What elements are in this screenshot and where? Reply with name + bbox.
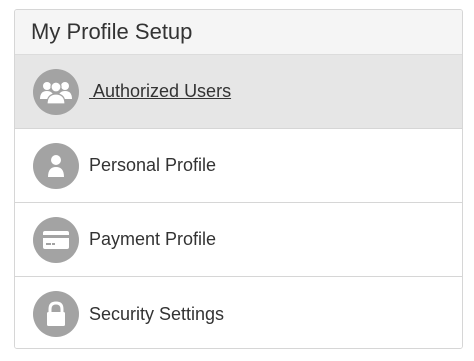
menu-item-authorized-users[interactable]: Authorized Users [15,55,462,129]
credit-card-icon [33,216,79,263]
panel-title: My Profile Setup [31,19,193,44]
menu-label-authorized-users: Authorized Users [89,81,232,101]
panel-header: My Profile Setup [15,10,462,55]
menu-label-payment-profile: Payment Profile [89,229,217,249]
lock-icon [33,291,79,337]
menu-item-payment-profile[interactable]: Payment Profile [15,203,462,277]
menu-label-security-settings: Security Settings [89,303,225,324]
person-icon [33,142,79,189]
menu-item-personal-profile[interactable]: Personal Profile [15,129,462,203]
users-icon [33,68,79,115]
menu-item-security-settings[interactable]: Security Settings [15,277,462,348]
profile-setup-panel: My Profile Setup Authorized Users Person… [14,9,463,349]
menu-label-personal-profile: Personal Profile [89,155,217,175]
